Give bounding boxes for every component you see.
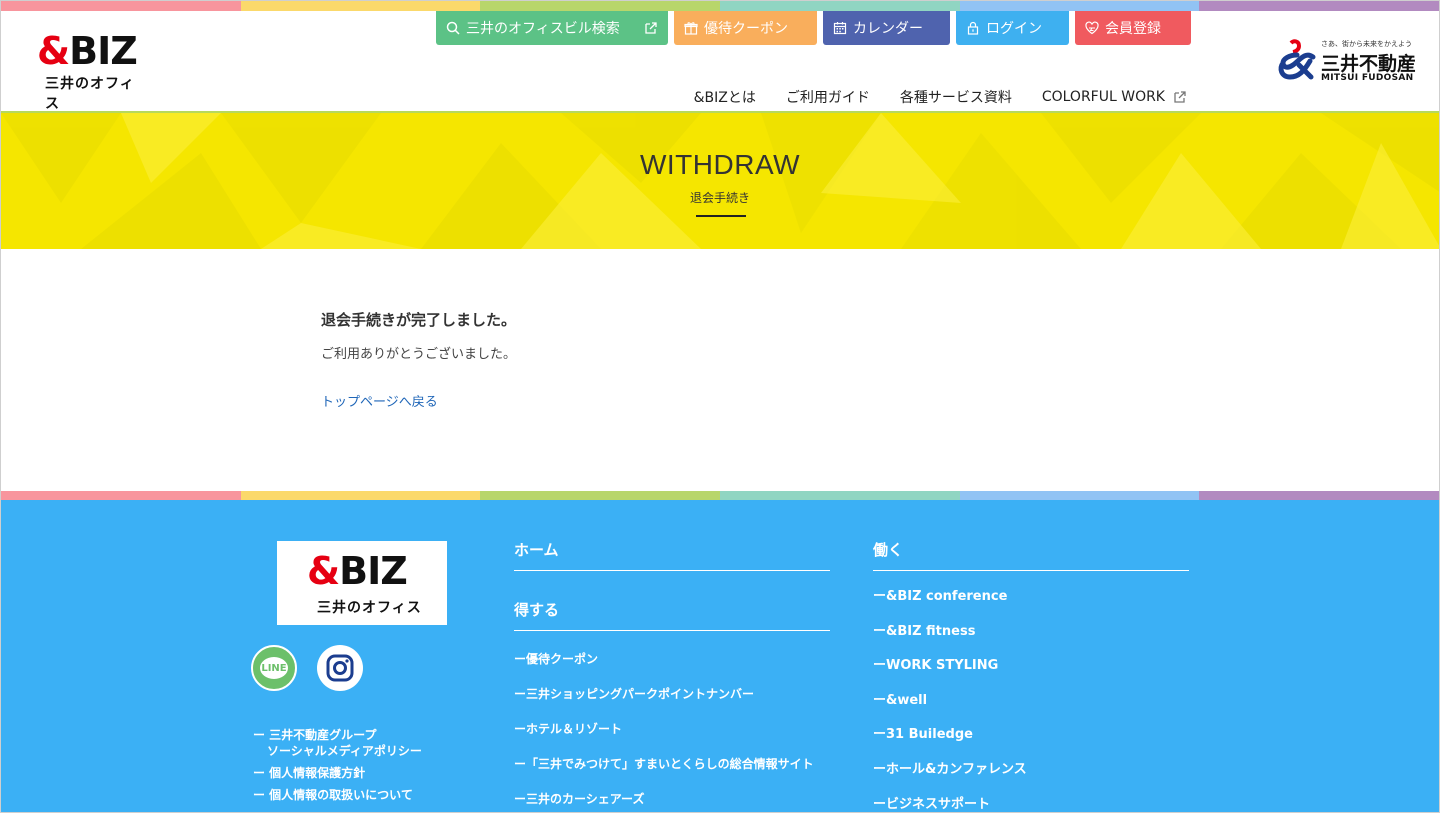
- footer-link[interactable]: ー優待クーポン: [514, 651, 830, 686]
- footer-link[interactable]: ー三井ショッピングパークポイントナンバー: [514, 686, 830, 721]
- lock-icon: [967, 21, 979, 35]
- rainbow-segment: [1, 1, 241, 11]
- hero-title: WITHDRAW: [639, 149, 801, 180]
- office-search-button[interactable]: 三井のオフィスビル検索: [436, 11, 668, 45]
- rainbow-segment: [959, 1, 1200, 11]
- footer-list-work: ー&BIZ conference ー&BIZ fitness ーWORK STY…: [873, 589, 1189, 812]
- rainbow-segment: [240, 491, 481, 500]
- nav-colorful-work[interactable]: COLORFUL WORK: [1042, 87, 1187, 107]
- login-button[interactable]: ログイン: [956, 11, 1069, 45]
- coupon-label: 優待クーポン: [704, 21, 788, 37]
- calendar-icon: [833, 22, 847, 35]
- nav-about[interactable]: &BIZとは: [694, 87, 756, 107]
- rainbow-segment: [480, 491, 721, 500]
- gift-icon: [684, 22, 698, 35]
- register-label: 会員登録: [1105, 21, 1161, 37]
- mitsui-tagline: さあ、街から未来をかえよう: [1321, 40, 1412, 48]
- search-icon: [446, 21, 460, 35]
- policy-link-personal-info[interactable]: ー 個人情報の取扱いについて: [253, 787, 422, 803]
- heart-icon: [1085, 21, 1099, 35]
- rainbow-segment: [240, 1, 481, 11]
- policy-link-line: ー 三井不動産グループ: [253, 728, 377, 742]
- calendar-button[interactable]: カレンダー: [823, 11, 950, 45]
- policy-links: ー 三井不動産グループ ソーシャルメディアポリシー ー 個人情報保護方針 ー 個…: [253, 727, 422, 809]
- footer-link[interactable]: ー三井のカーシェアーズ: [514, 791, 830, 812]
- logo-sub: 三井のオフィス: [45, 76, 135, 112]
- policy-link-privacy[interactable]: ー 個人情報保護方針: [253, 765, 422, 781]
- mitsui-symbol-icon: [1278, 39, 1316, 80]
- mitsui-name-en: MITSUI FUDOSAN: [1321, 73, 1414, 83]
- logo-main-text: &BIZ: [37, 29, 138, 73]
- page-frame: &BIZ 三井のオフィス 三井のオフィスビル検索 優待クーポン カレンダー ログ…: [0, 0, 1440, 813]
- rainbow-segment: [1, 491, 241, 500]
- nav-colorful-work-label: COLORFUL WORK: [1041, 89, 1165, 105]
- triangle-pattern: [1, 113, 1439, 249]
- policy-link-social-media[interactable]: ー 三井不動産グループ ソーシャルメディアポリシー: [253, 727, 422, 759]
- main-nav: &BIZとは ご利用ガイド 各種サービス資料 COLORFUL WORK: [694, 87, 1187, 107]
- line-link[interactable]: LINE: [251, 645, 297, 691]
- footer-link[interactable]: ー&BIZ fitness: [873, 624, 1189, 659]
- utility-buttons: 三井のオフィスビル検索 優待クーポン カレンダー ログイン 会員登録: [436, 11, 1191, 45]
- site-header: &BIZ 三井のオフィス 三井のオフィスビル検索 優待クーポン カレンダー ログ…: [1, 1, 1439, 113]
- rainbow-segment: [480, 1, 721, 11]
- instagram-link[interactable]: [317, 645, 363, 691]
- hero-underline: [696, 215, 746, 217]
- footer-column-work: 働く ー&BIZ conference ー&BIZ fitness ーWORK …: [873, 539, 1189, 812]
- hero-subtitle: 退会手続き: [689, 191, 750, 205]
- footer-link[interactable]: ーWORK STYLING: [873, 658, 1189, 693]
- footer-list-benefits: ー優待クーポン ー三井ショッピングパークポイントナンバー ーホテル＆リゾート ー…: [514, 651, 830, 812]
- nav-service-docs[interactable]: 各種サービス資料: [900, 87, 1012, 107]
- logo-main: &BIZ: [37, 31, 147, 71]
- sns-links: LINE: [251, 645, 363, 691]
- back-to-top-link[interactable]: トップページへ戻る: [321, 391, 438, 410]
- calendar-label: カレンダー: [853, 21, 923, 37]
- rainbow-strip-footer: [1, 491, 1439, 500]
- footer-heading-benefits[interactable]: 得する: [514, 599, 830, 631]
- footer-link[interactable]: ービジネスサポート: [873, 797, 1189, 812]
- logo-biz: BIZ: [69, 29, 138, 73]
- policy-link-line: ソーシャルメディアポリシー: [267, 744, 422, 758]
- completion-title: 退会手続きが完了しました。: [321, 311, 517, 329]
- nav-guide[interactable]: ご利用ガイド: [786, 87, 870, 107]
- external-link-icon: [1174, 91, 1186, 103]
- external-link-icon: [645, 22, 657, 34]
- footer-column-home: ホーム 得する ー優待クーポン ー三井ショッピングパークポイントナンバー ーホテ…: [514, 539, 830, 812]
- mitsui-fudosan-logo[interactable]: さあ、街から未来をかえよう 三井不動産 MITSUI FUDOSAN: [1277, 39, 1419, 85]
- mitsui-name-jp: 三井不動産: [1321, 53, 1417, 75]
- rainbow-segment: [959, 491, 1200, 500]
- coupon-button[interactable]: 優待クーポン: [674, 11, 817, 45]
- footer-logo-main: &BIZ: [307, 549, 408, 593]
- footer-link[interactable]: ーホテル＆リゾート: [514, 721, 830, 756]
- rainbow-segment: [1199, 491, 1439, 500]
- footer-heading-work[interactable]: 働く: [873, 539, 1189, 571]
- rainbow-segment: [720, 491, 960, 500]
- logo-ampersand: &: [307, 549, 340, 593]
- footer-link[interactable]: ー「三井でみつけて」すまいとくらしの総合情報サイト: [514, 756, 830, 791]
- footer-link[interactable]: ー31 Builedge: [873, 727, 1189, 762]
- office-search-label: 三井のオフィスビル検索: [466, 21, 620, 37]
- site-footer: &BIZ 三井のオフィス LINE ー 三井不動産グループ ソーシャルメディアポ…: [1, 491, 1439, 812]
- logo-biz: BIZ: [339, 549, 408, 593]
- main-content: 退会手続きが完了しました。 ご利用ありがとうございました。 トップページへ戻る: [1, 249, 1439, 491]
- register-button[interactable]: 会員登録: [1075, 11, 1191, 45]
- rainbow-strip-top: [1, 1, 1439, 11]
- footer-logo-sub: 三井のオフィス: [317, 600, 422, 616]
- logo-ampersand: &: [37, 29, 70, 73]
- page-hero: WITHDRAW 退会手続き: [1, 113, 1439, 249]
- login-label: ログイン: [986, 21, 1042, 37]
- footer-heading-home[interactable]: ホーム: [514, 539, 830, 571]
- footer-link[interactable]: ーホール&カンファレンス: [873, 762, 1189, 797]
- instagram-icon: [326, 654, 354, 682]
- footer-link[interactable]: ー&well: [873, 693, 1189, 728]
- andbiz-logo[interactable]: &BIZ 三井のオフィス: [37, 31, 147, 112]
- completion-message: ご利用ありがとうございました。: [321, 347, 517, 362]
- rainbow-segment: [1199, 1, 1439, 11]
- footer-link[interactable]: ー&BIZ conference: [873, 589, 1189, 624]
- rainbow-segment: [720, 1, 960, 11]
- line-icon: LINE: [260, 657, 288, 679]
- footer-logo[interactable]: &BIZ 三井のオフィス: [277, 541, 447, 625]
